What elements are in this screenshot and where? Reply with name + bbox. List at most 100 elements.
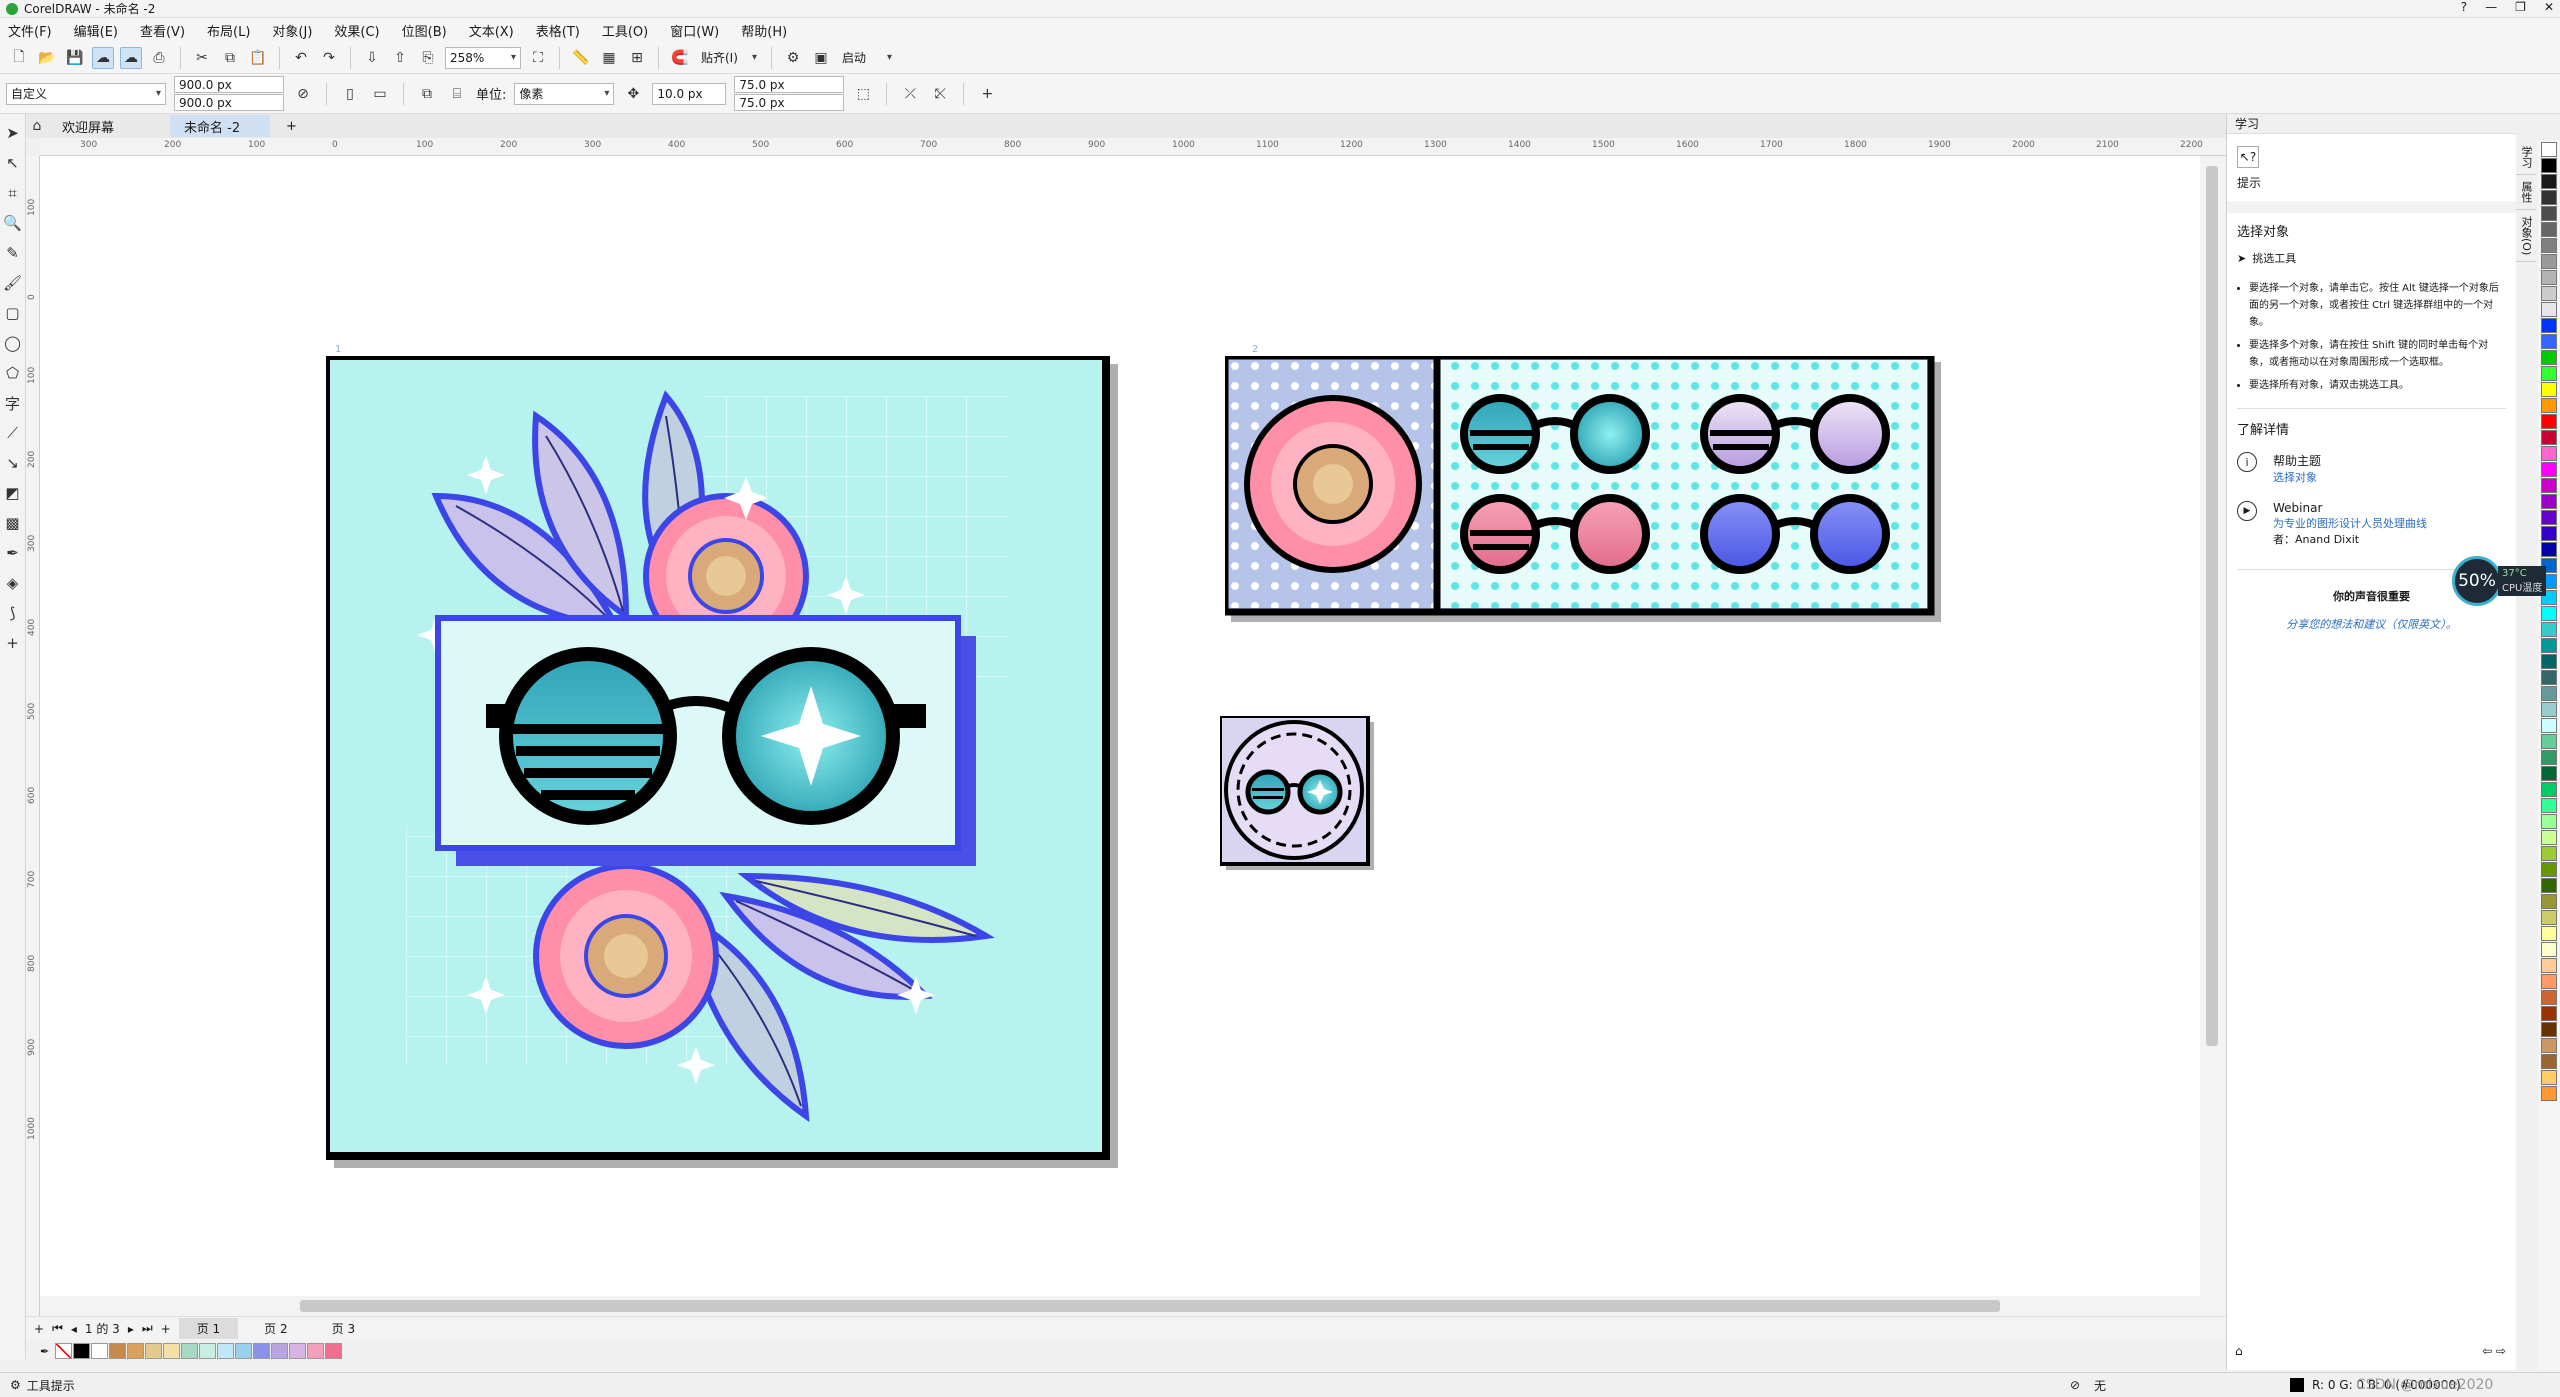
document-color-swatch[interactable] (307, 1343, 325, 1359)
cut-icon[interactable]: ✂ (191, 47, 213, 69)
palette-color-swatch[interactable] (2541, 878, 2557, 893)
duplicate-x-input[interactable]: 75.0 px (734, 76, 845, 93)
menu-file[interactable]: 文件(F) (8, 21, 52, 40)
palette-color-swatch[interactable] (2541, 462, 2557, 477)
undo-icon[interactable]: ↶ (290, 47, 312, 69)
copy-icon[interactable]: ⧉ (219, 47, 241, 69)
page-2-artwork[interactable] (1225, 356, 1945, 626)
document-color-swatch[interactable] (109, 1343, 127, 1359)
document-color-swatch[interactable] (253, 1343, 271, 1359)
page-tab-2[interactable]: 页 2 (246, 1318, 305, 1339)
eyedropper-icon[interactable]: ✒ (40, 1345, 49, 1358)
palette-color-swatch[interactable] (2541, 910, 2557, 925)
zoom-level-select[interactable]: 258% (445, 46, 521, 69)
parallel-dimension-icon[interactable]: ⟋ (2, 422, 24, 444)
document-color-swatch[interactable] (289, 1343, 307, 1359)
menu-window[interactable]: 窗口(W) (670, 21, 719, 40)
palette-color-swatch[interactable] (2541, 510, 2557, 525)
no-color-swatch[interactable] (55, 1343, 73, 1359)
palette-color-swatch[interactable] (2541, 1022, 2557, 1037)
palette-color-swatch[interactable] (2541, 526, 2557, 541)
feedback-link[interactable]: 分享您的想法和建议（仅限英文）。 (2227, 616, 2516, 632)
docker-tab-learn[interactable]: 学习 (2516, 140, 2536, 175)
crop-tool-icon[interactable]: ⌗ (2, 182, 24, 204)
menu-bitmaps[interactable]: 位图(B) (402, 21, 447, 40)
text-tool-icon[interactable]: 字 (2, 392, 24, 414)
import-icon[interactable]: ⇩ (361, 47, 383, 69)
page-width-input[interactable]: 900.0 px (174, 76, 284, 93)
connector-tool-icon[interactable]: ↘ (2, 452, 24, 474)
tab-document[interactable]: 未命名 -2 (170, 115, 270, 137)
page-1-artwork[interactable] (326, 356, 1126, 1176)
disabled-option-icon[interactable]: ⤪ (929, 83, 951, 105)
palette-color-swatch[interactable] (2541, 702, 2557, 717)
palette-color-swatch[interactable] (2541, 398, 2557, 413)
open-icon[interactable]: 📂 (36, 47, 58, 69)
prev-page-button[interactable]: ◂ (71, 1322, 77, 1336)
document-color-swatch[interactable] (91, 1343, 109, 1359)
pick-tool-icon[interactable]: ➤ (2, 122, 24, 144)
add-icon[interactable]: + (976, 83, 998, 105)
portrait-icon[interactable]: ▯ (339, 83, 361, 105)
palette-color-swatch[interactable] (2541, 190, 2557, 205)
palette-color-swatch[interactable] (2541, 414, 2557, 429)
palette-color-swatch[interactable] (2541, 718, 2557, 733)
palette-color-swatch[interactable] (2541, 478, 2557, 493)
document-color-swatch[interactable] (217, 1343, 235, 1359)
menu-text[interactable]: 文本(X) (469, 21, 514, 40)
palette-color-swatch[interactable] (2541, 622, 2557, 637)
launch-icon[interactable]: ▣ (810, 47, 832, 69)
help-button[interactable]: ? (2461, 0, 2467, 14)
bleed-icon[interactable]: ⬚ (852, 83, 874, 105)
add-tab-button[interactable]: + (272, 115, 311, 137)
palette-color-swatch[interactable] (2541, 318, 2557, 333)
document-color-swatch[interactable] (271, 1343, 289, 1359)
first-page-button[interactable]: ⏮ (52, 1321, 63, 1336)
palette-color-swatch[interactable] (2541, 382, 2557, 397)
palette-color-swatch[interactable] (2541, 894, 2557, 909)
export-icon[interactable]: ⇧ (389, 47, 411, 69)
minimize-button[interactable]: — (2485, 0, 2497, 14)
horizontal-scroll-thumb[interactable] (300, 1300, 2000, 1312)
palette-color-swatch[interactable] (2541, 142, 2557, 157)
document-color-swatch[interactable] (163, 1343, 181, 1359)
unit-select[interactable]: 像素 (514, 82, 615, 105)
palette-color-swatch[interactable] (2541, 862, 2557, 877)
palette-color-swatch[interactable] (2541, 958, 2557, 973)
add-page-before-button[interactable]: + (34, 1322, 44, 1336)
document-color-swatch[interactable] (73, 1343, 91, 1359)
palette-color-swatch[interactable] (2541, 974, 2557, 989)
new-document-icon[interactable]: 🗋 (8, 47, 30, 69)
palette-color-swatch[interactable] (2541, 206, 2557, 221)
horizontal-ruler[interactable]: 300 200 100 0 100 200 300 400 500 600 700 800 900 100… (40, 138, 2226, 156)
ellipse-tool-icon[interactable]: ◯ (2, 332, 24, 354)
grid-icon[interactable]: ▦ (598, 47, 620, 69)
home-icon[interactable]: ⌂ (26, 115, 48, 137)
palette-color-swatch[interactable] (2541, 942, 2557, 957)
palette-color-swatch[interactable] (2541, 686, 2557, 701)
menu-tools[interactable]: 工具(O) (602, 21, 648, 40)
page-size-select[interactable]: 自定义 (6, 82, 166, 105)
close-button[interactable]: ✕ (2544, 0, 2554, 14)
palette-color-swatch[interactable] (2541, 990, 2557, 1005)
rectangle-tool-icon[interactable]: ▢ (2, 302, 24, 324)
document-color-swatch[interactable] (145, 1343, 163, 1359)
palette-color-swatch[interactable] (2541, 846, 2557, 861)
treat-as-filled-icon[interactable]: ⤫ (899, 83, 921, 105)
palette-color-swatch[interactable] (2541, 1038, 2557, 1053)
vertical-scrollbar[interactable] (2200, 156, 2226, 1316)
last-page-button[interactable]: ⏭ (142, 1321, 153, 1336)
webinar-link[interactable]: 为专业的图形设计人员处理曲线 (2273, 515, 2427, 531)
tool-hints-gear-icon[interactable]: ⚙ (10, 1378, 21, 1392)
document-color-swatch[interactable] (325, 1343, 343, 1359)
print-icon[interactable]: ⎙ (148, 47, 170, 69)
palette-color-swatch[interactable] (2541, 254, 2557, 269)
horizontal-scrollbar[interactable] (40, 1296, 2226, 1316)
palette-color-swatch[interactable] (2541, 302, 2557, 317)
cloud-upload-icon[interactable]: ☁ (92, 46, 114, 69)
drop-shadow-icon[interactable]: ◩ (2, 482, 24, 504)
palette-color-swatch[interactable] (2541, 542, 2557, 557)
palette-color-swatch[interactable] (2541, 638, 2557, 653)
save-icon[interactable]: 💾 (64, 47, 86, 69)
menu-edit[interactable]: 编辑(E) (74, 21, 118, 40)
